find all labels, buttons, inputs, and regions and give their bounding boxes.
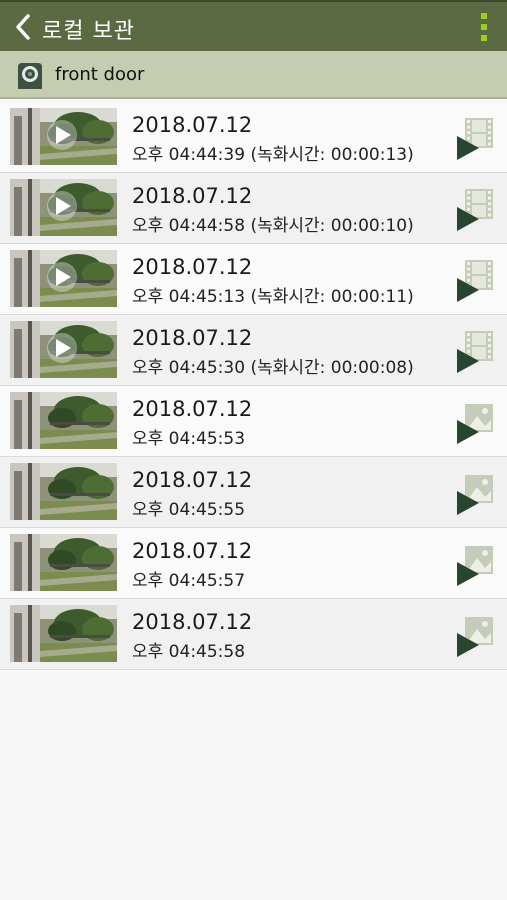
recording-time: 오후 04:45:55 [132, 500, 246, 520]
image-file-icon[interactable] [455, 613, 495, 657]
recording-list: 2018.07.12 오후 04:44:39 (녹화시간: 00:00:13) 20… [0, 102, 507, 670]
image-thumbnail[interactable] [10, 392, 117, 449]
recording-date: 2018.07.12 [132, 397, 253, 421]
video-thumbnail[interactable] [10, 108, 117, 165]
recording-item[interactable]: 2018.07.12 오후 04:44:58 (녹화시간: 00:00:10) [0, 173, 507, 244]
recording-time: 오후 04:45:57 [132, 571, 246, 591]
recording-time: 오후 04:44:39 (녹화시간: 00:00:13) [132, 145, 414, 165]
recording-date: 2018.07.12 [132, 255, 253, 279]
image-file-icon[interactable] [455, 400, 495, 444]
more-options-button[interactable] [471, 10, 497, 46]
video-thumbnail[interactable] [10, 321, 117, 378]
recording-date: 2018.07.12 [132, 326, 253, 350]
recording-time: 오후 04:45:30 (녹화시간: 00:00:08) [132, 358, 414, 378]
recording-item[interactable]: 2018.07.12 오후 04:45:13 (녹화시간: 00:00:11) [0, 244, 507, 315]
camera-icon [18, 63, 42, 89]
recording-time: 오후 04:45:13 (녹화시간: 00:00:11) [132, 287, 414, 307]
image-thumbnail[interactable] [10, 605, 117, 662]
recording-date: 2018.07.12 [132, 610, 253, 634]
video-file-icon[interactable] [455, 116, 495, 160]
recording-date: 2018.07.12 [132, 184, 253, 208]
menu-dot-icon [481, 35, 487, 41]
recording-item[interactable]: 2018.07.12 오후 04:45:30 (녹화시간: 00:00:08) [0, 315, 507, 386]
recording-item[interactable]: 2018.07.12 오후 04:45:57 [0, 528, 507, 599]
back-arrow-icon [16, 14, 30, 40]
recording-time: 오후 04:44:58 (녹화시간: 00:00:10) [132, 216, 414, 236]
image-thumbnail[interactable] [10, 534, 117, 591]
recording-item[interactable]: 2018.07.12 오후 04:45:53 [0, 386, 507, 457]
menu-dot-icon [481, 24, 487, 30]
app-header: 로컬 보관함 [0, 0, 507, 76]
device-name: front door [55, 64, 145, 85]
recording-item[interactable]: 2018.07.12 오후 04:45:58 [0, 599, 507, 670]
image-file-icon[interactable] [455, 471, 495, 515]
video-thumbnail[interactable] [10, 179, 117, 236]
recording-date: 2018.07.12 [132, 113, 253, 137]
video-file-icon[interactable] [455, 258, 495, 302]
image-file-icon[interactable] [455, 542, 495, 586]
video-file-icon[interactable] [455, 187, 495, 231]
back-button[interactable]: 로컬 보관함 [10, 9, 140, 76]
image-thumbnail[interactable] [10, 463, 117, 520]
recording-item[interactable]: 2018.07.12 오후 04:44:39 (녹화시간: 00:00:13) [0, 102, 507, 173]
recording-date: 2018.07.12 [132, 539, 253, 563]
recording-time: 오후 04:45:53 [132, 429, 246, 449]
menu-dot-icon [481, 13, 487, 19]
recording-date: 2018.07.12 [132, 468, 253, 492]
recording-time: 오후 04:45:58 [132, 642, 246, 662]
video-thumbnail[interactable] [10, 250, 117, 307]
device-bar: front door [0, 51, 507, 99]
video-file-icon[interactable] [455, 329, 495, 373]
recording-item[interactable]: 2018.07.12 오후 04:45:55 [0, 457, 507, 528]
